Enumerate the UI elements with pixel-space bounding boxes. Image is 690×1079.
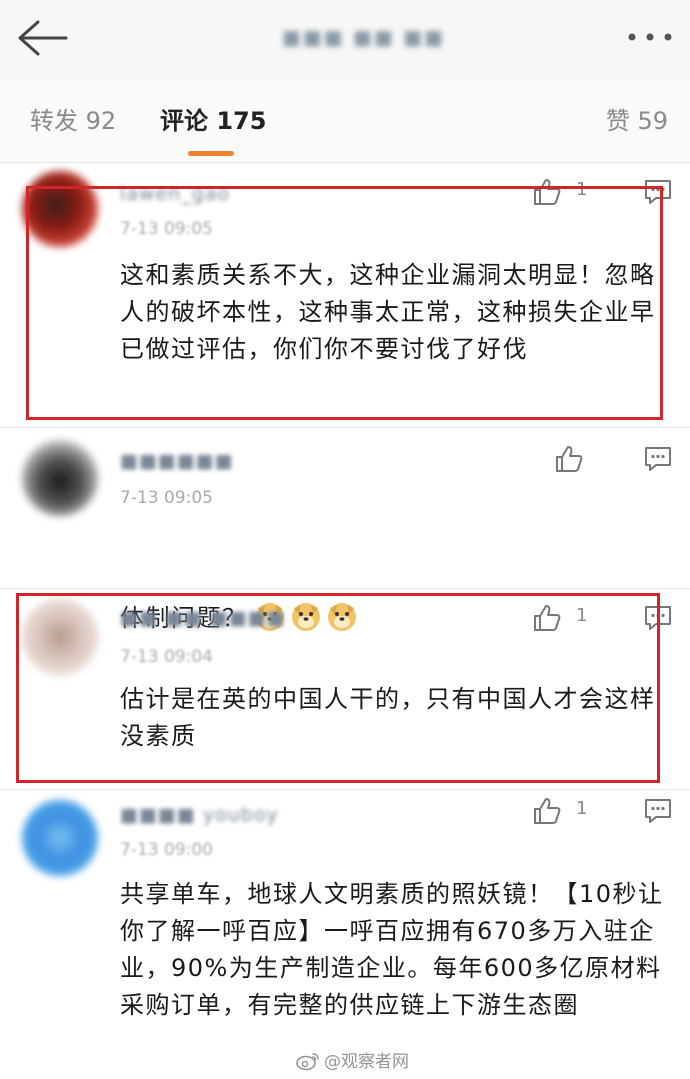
- comment-item: ■■■■ youboy 7-13 09:00 共享单车，地球人文明素质的照妖镜！…: [0, 790, 690, 1079]
- active-tab-indicator: [188, 151, 234, 156]
- thumbs-up-icon[interactable]: [532, 796, 562, 826]
- watermark-text: @观察者网: [324, 1052, 409, 1072]
- tab-bar: 转发 92 评论 175 赞 59: [0, 78, 690, 163]
- like-count: 1: [576, 798, 588, 819]
- comment-text: 共享单车，地球人文明素质的照妖镜！【10秒让你了解一呼百应】一呼百应拥有670多…: [120, 880, 664, 1019]
- comment-timestamp: 7-13 09:05: [120, 488, 213, 508]
- tab-comments-count: 175: [216, 107, 267, 135]
- comment-timestamp: 7-13 09:00: [120, 840, 213, 860]
- tab-likes[interactable]: 赞 59: [606, 104, 668, 138]
- avatar[interactable]: [22, 440, 98, 516]
- comment-username[interactable]: ■■■■■■: [120, 450, 234, 472]
- reply-icon[interactable]: [644, 798, 672, 824]
- comment-username[interactable]: ■■■■ youboy: [120, 804, 279, 826]
- tab-reposts-label: 转发: [30, 107, 78, 135]
- tab-likes-label: 赞: [605, 107, 630, 135]
- tab-reposts[interactable]: 转发 92: [30, 104, 116, 138]
- more-options-icon[interactable]: [626, 30, 674, 44]
- tab-reposts-count: 92: [85, 107, 117, 135]
- top-bar: ■■■ ■■ ■■: [0, 0, 690, 78]
- comment-actions: [532, 444, 672, 474]
- highlight-box: [16, 593, 660, 783]
- highlight-box: [26, 186, 663, 420]
- tab-likes-count: 59: [637, 107, 668, 135]
- tab-comments-label: 评论: [160, 107, 208, 135]
- comment-actions: 1: [532, 796, 672, 826]
- comment-item: ■■■■■■ 7-13 09:05 体制问题？: [0, 428, 690, 632]
- weibo-logo-icon: [296, 1053, 319, 1071]
- tab-comments[interactable]: 评论 175: [160, 104, 266, 138]
- thumbs-up-icon[interactable]: [554, 444, 584, 474]
- page-title: ■■■ ■■ ■■: [282, 25, 445, 49]
- reply-icon[interactable]: [644, 446, 672, 472]
- watermark: @观察者网: [296, 1047, 409, 1072]
- avatar[interactable]: [22, 800, 98, 876]
- back-arrow-icon[interactable]: [16, 18, 68, 58]
